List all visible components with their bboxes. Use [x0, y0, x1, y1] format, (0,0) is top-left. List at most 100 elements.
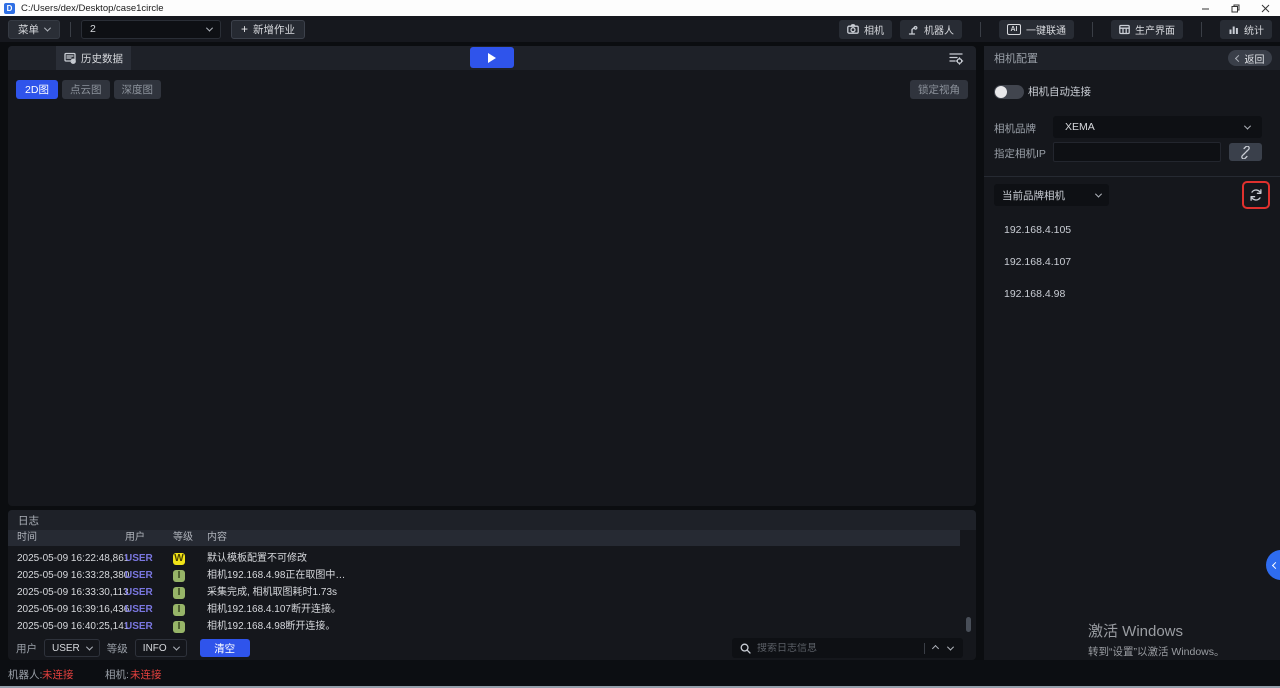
- log-user: USER: [125, 584, 153, 601]
- log-search-box: [732, 638, 963, 658]
- new-job-label: 新增作业: [253, 22, 295, 37]
- statusbar: 机器人: 未连接 相机: 未连接: [0, 660, 1280, 688]
- one-key-connect-button[interactable]: AI 一键联通: [999, 20, 1074, 39]
- robot-button[interactable]: 机器人: [900, 20, 962, 39]
- camera-status-value: 未连接: [130, 667, 162, 682]
- ai-icon: AI: [1007, 24, 1021, 35]
- production-view-button[interactable]: 生产界面: [1111, 20, 1183, 39]
- statistics-button[interactable]: 统计: [1220, 20, 1272, 39]
- divider: [980, 22, 981, 37]
- job-select-value: 2: [90, 23, 96, 35]
- log-time: 2025-05-09 16:22:48,861: [17, 550, 129, 567]
- tab-depth-view[interactable]: 深度图: [114, 80, 162, 99]
- log-content: 默认模板配置不可修改: [207, 550, 307, 567]
- user-filter-select[interactable]: USER: [44, 639, 100, 657]
- menu-dropdown[interactable]: 菜单: [8, 20, 60, 39]
- camera-brand-select[interactable]: XEMA: [1053, 116, 1262, 138]
- table-row[interactable]: 2025-05-09 16:39:16,436 USER I 相机192.168…: [8, 601, 976, 618]
- level-filter-label: 等级: [107, 641, 128, 656]
- close-button[interactable]: [1250, 0, 1280, 16]
- play-icon: [488, 53, 496, 63]
- log-level-badge: W: [173, 553, 185, 565]
- level-filter-value: INFO: [143, 643, 167, 654]
- chevron-down-icon: [44, 24, 51, 31]
- log-content: 相机192.168.4.98正在取图中…: [207, 567, 345, 584]
- window-title: C:/Users/dex/Desktop/case1circle: [21, 3, 164, 14]
- chevron-down-icon: [1095, 190, 1102, 197]
- restore-button[interactable]: [1220, 0, 1250, 16]
- camera-button[interactable]: 相机: [839, 20, 892, 39]
- ip-label: 指定相机IP: [994, 146, 1046, 161]
- link-icon: [1239, 146, 1252, 159]
- plus-icon: +: [241, 23, 248, 35]
- camera-panel-header: 相机配置 返回: [984, 46, 1280, 70]
- camera-ip-item[interactable]: 192.168.4.98: [1004, 288, 1065, 300]
- history-canvas: [8, 106, 976, 506]
- divider: [1201, 22, 1202, 37]
- minimize-button[interactable]: [1190, 0, 1220, 16]
- bar-chart-icon: [1228, 24, 1239, 35]
- chevron-down-icon: [86, 643, 93, 650]
- current-brand-camera-select[interactable]: 当前品牌相机: [994, 184, 1109, 206]
- play-button[interactable]: [470, 47, 514, 68]
- auto-connect-label: 相机自动连接: [1028, 84, 1091, 99]
- camera-icon: [847, 24, 859, 34]
- search-prev-icon[interactable]: [932, 644, 939, 651]
- log-time: 2025-05-09 16:33:28,380: [17, 567, 129, 584]
- job-select[interactable]: 2: [81, 20, 221, 39]
- new-job-button[interactable]: + 新增作业: [231, 20, 305, 39]
- lock-view-button[interactable]: 锁定视角: [910, 80, 968, 99]
- chevron-down-icon: [1244, 122, 1251, 129]
- brand-label: 相机品牌: [994, 121, 1036, 136]
- app-logo-icon: D: [4, 3, 15, 14]
- grid-icon: [1119, 24, 1130, 35]
- camera-config-panel: 相机配置 返回 相机自动连接 相机品牌 XEMA 指定相机IP 当前品牌相机: [984, 46, 1280, 660]
- camera-ip-item[interactable]: 192.168.4.107: [1004, 256, 1071, 268]
- col-time: 时间: [17, 530, 37, 546]
- log-content: 相机192.168.4.107断开连接。: [207, 601, 341, 618]
- log-time: 2025-05-09 16:39:16,436: [17, 601, 129, 618]
- chevron-left-icon: [1272, 561, 1279, 568]
- one-key-connect-label: 一键联通: [1026, 22, 1066, 37]
- toolbar: 相机 机器人 AI 一键联通 生产界面 统计: [839, 20, 1272, 39]
- log-user: USER: [125, 618, 153, 635]
- tab-history-data[interactable]: 历史数据: [56, 46, 131, 70]
- camera-ip-input[interactable]: [1053, 142, 1221, 162]
- camera-status-label: 相机:: [105, 667, 129, 682]
- log-user: USER: [125, 601, 153, 618]
- log-panel-title: 日志: [8, 510, 976, 530]
- robot-arm-icon: [908, 24, 919, 35]
- level-filter-select[interactable]: INFO: [135, 639, 187, 657]
- history-data-icon: [64, 52, 76, 64]
- table-row[interactable]: 2025-05-09 16:22:48,861 USER W 默认模板配置不可修…: [8, 550, 976, 567]
- connect-ip-button[interactable]: [1229, 143, 1262, 161]
- robot-status-label: 机器人:: [8, 667, 42, 682]
- log-level-badge: I: [173, 587, 185, 599]
- log-time: 2025-05-09 16:40:25,141: [17, 618, 129, 635]
- log-content: 相机192.168.4.98断开连接。: [207, 618, 335, 635]
- refresh-camera-list-button[interactable]: [1242, 181, 1270, 209]
- statistics-label: 统计: [1244, 22, 1264, 37]
- search-icon: [740, 643, 751, 654]
- search-next-icon[interactable]: [947, 643, 954, 650]
- back-button[interactable]: 返回: [1228, 50, 1272, 66]
- history-panel-header: 历史数据: [8, 46, 976, 70]
- search-input[interactable]: [757, 643, 918, 654]
- table-row[interactable]: 2025-05-09 16:33:28,380 USER I 相机192.168…: [8, 567, 976, 584]
- auto-connect-toggle[interactable]: [994, 85, 1024, 99]
- watermark-line2: 转到“设置”以激活 Windows。: [1088, 644, 1225, 659]
- log-scrollbar-thumb[interactable]: [966, 617, 971, 632]
- table-row[interactable]: 2025-05-09 16:33:30,113 USER I 采集完成, 相机取…: [8, 584, 976, 601]
- table-row[interactable]: 2025-05-09 16:40:25,141 USER I 相机192.168…: [8, 618, 976, 635]
- back-button-label: 返回: [1245, 51, 1265, 66]
- robot-button-label: 机器人: [924, 22, 954, 37]
- log-panel: 日志 时间 用户 等级 内容 2025-05-09 16:22:48,861 U…: [8, 510, 976, 660]
- tab-2d-view[interactable]: 2D图: [16, 80, 58, 99]
- toggle-knob: [995, 86, 1007, 98]
- clear-log-button[interactable]: 清空: [200, 639, 250, 657]
- log-time: 2025-05-09 16:33:30,113: [17, 584, 129, 601]
- camera-ip-item[interactable]: 192.168.4.105: [1004, 224, 1071, 236]
- log-rows: 2025-05-09 16:22:48,861 USER W 默认模板配置不可修…: [8, 550, 976, 635]
- filter-settings-icon[interactable]: [948, 50, 964, 66]
- tab-pointcloud-view[interactable]: 点云图: [62, 80, 110, 99]
